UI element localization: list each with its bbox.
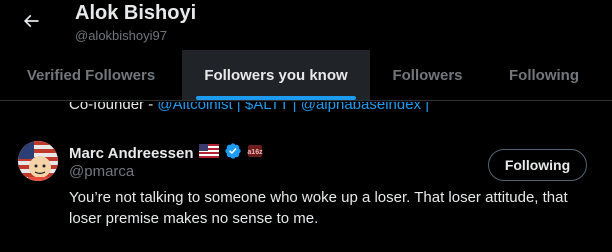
tab-followers-you-know[interactable]: Followers you know <box>182 50 370 100</box>
tab-followers[interactable]: Followers <box>370 50 485 100</box>
svg-text:a16z: a16z <box>247 149 263 156</box>
tab-verified-followers[interactable]: Verified Followers <box>0 50 182 100</box>
user-bio: You’re not talking to someone who woke u… <box>69 189 568 227</box>
tab-following[interactable]: Following <box>485 50 603 100</box>
tab-bar: Verified Followers Followers you know Fo… <box>0 50 612 100</box>
profile-name: Alok Bishoyi <box>75 2 197 24</box>
us-flag-icon <box>198 144 219 163</box>
verified-badge-icon <box>224 142 242 165</box>
tab-label: Verified Followers <box>26 66 156 84</box>
following-button[interactable]: Following <box>488 149 587 181</box>
profile-handle: @alokbishoyi97 <box>75 28 167 43</box>
back-button[interactable] <box>14 6 48 40</box>
name-row: Marc Andreessen a16z <box>69 142 263 165</box>
tab-label: Followers <box>392 66 463 84</box>
arrow-left-icon <box>21 11 41 36</box>
user-handle[interactable]: @pmarca <box>69 163 134 180</box>
user-cell[interactable]: Marc Andreessen a16z @pmarca Following Y… <box>0 127 612 252</box>
tab-label: Following <box>509 66 579 84</box>
avatar[interactable] <box>18 141 58 181</box>
tab-label: Followers you know <box>204 66 348 84</box>
affiliate-badge-icon: a16z <box>247 143 263 164</box>
app-frame: Alok Bishoyi @alokbishoyi97 Co-founder -… <box>0 0 612 252</box>
tab-divider <box>0 100 612 101</box>
user-display-name[interactable]: Marc Andreessen <box>69 145 194 162</box>
header: Alok Bishoyi @alokbishoyi97 <box>0 0 612 50</box>
